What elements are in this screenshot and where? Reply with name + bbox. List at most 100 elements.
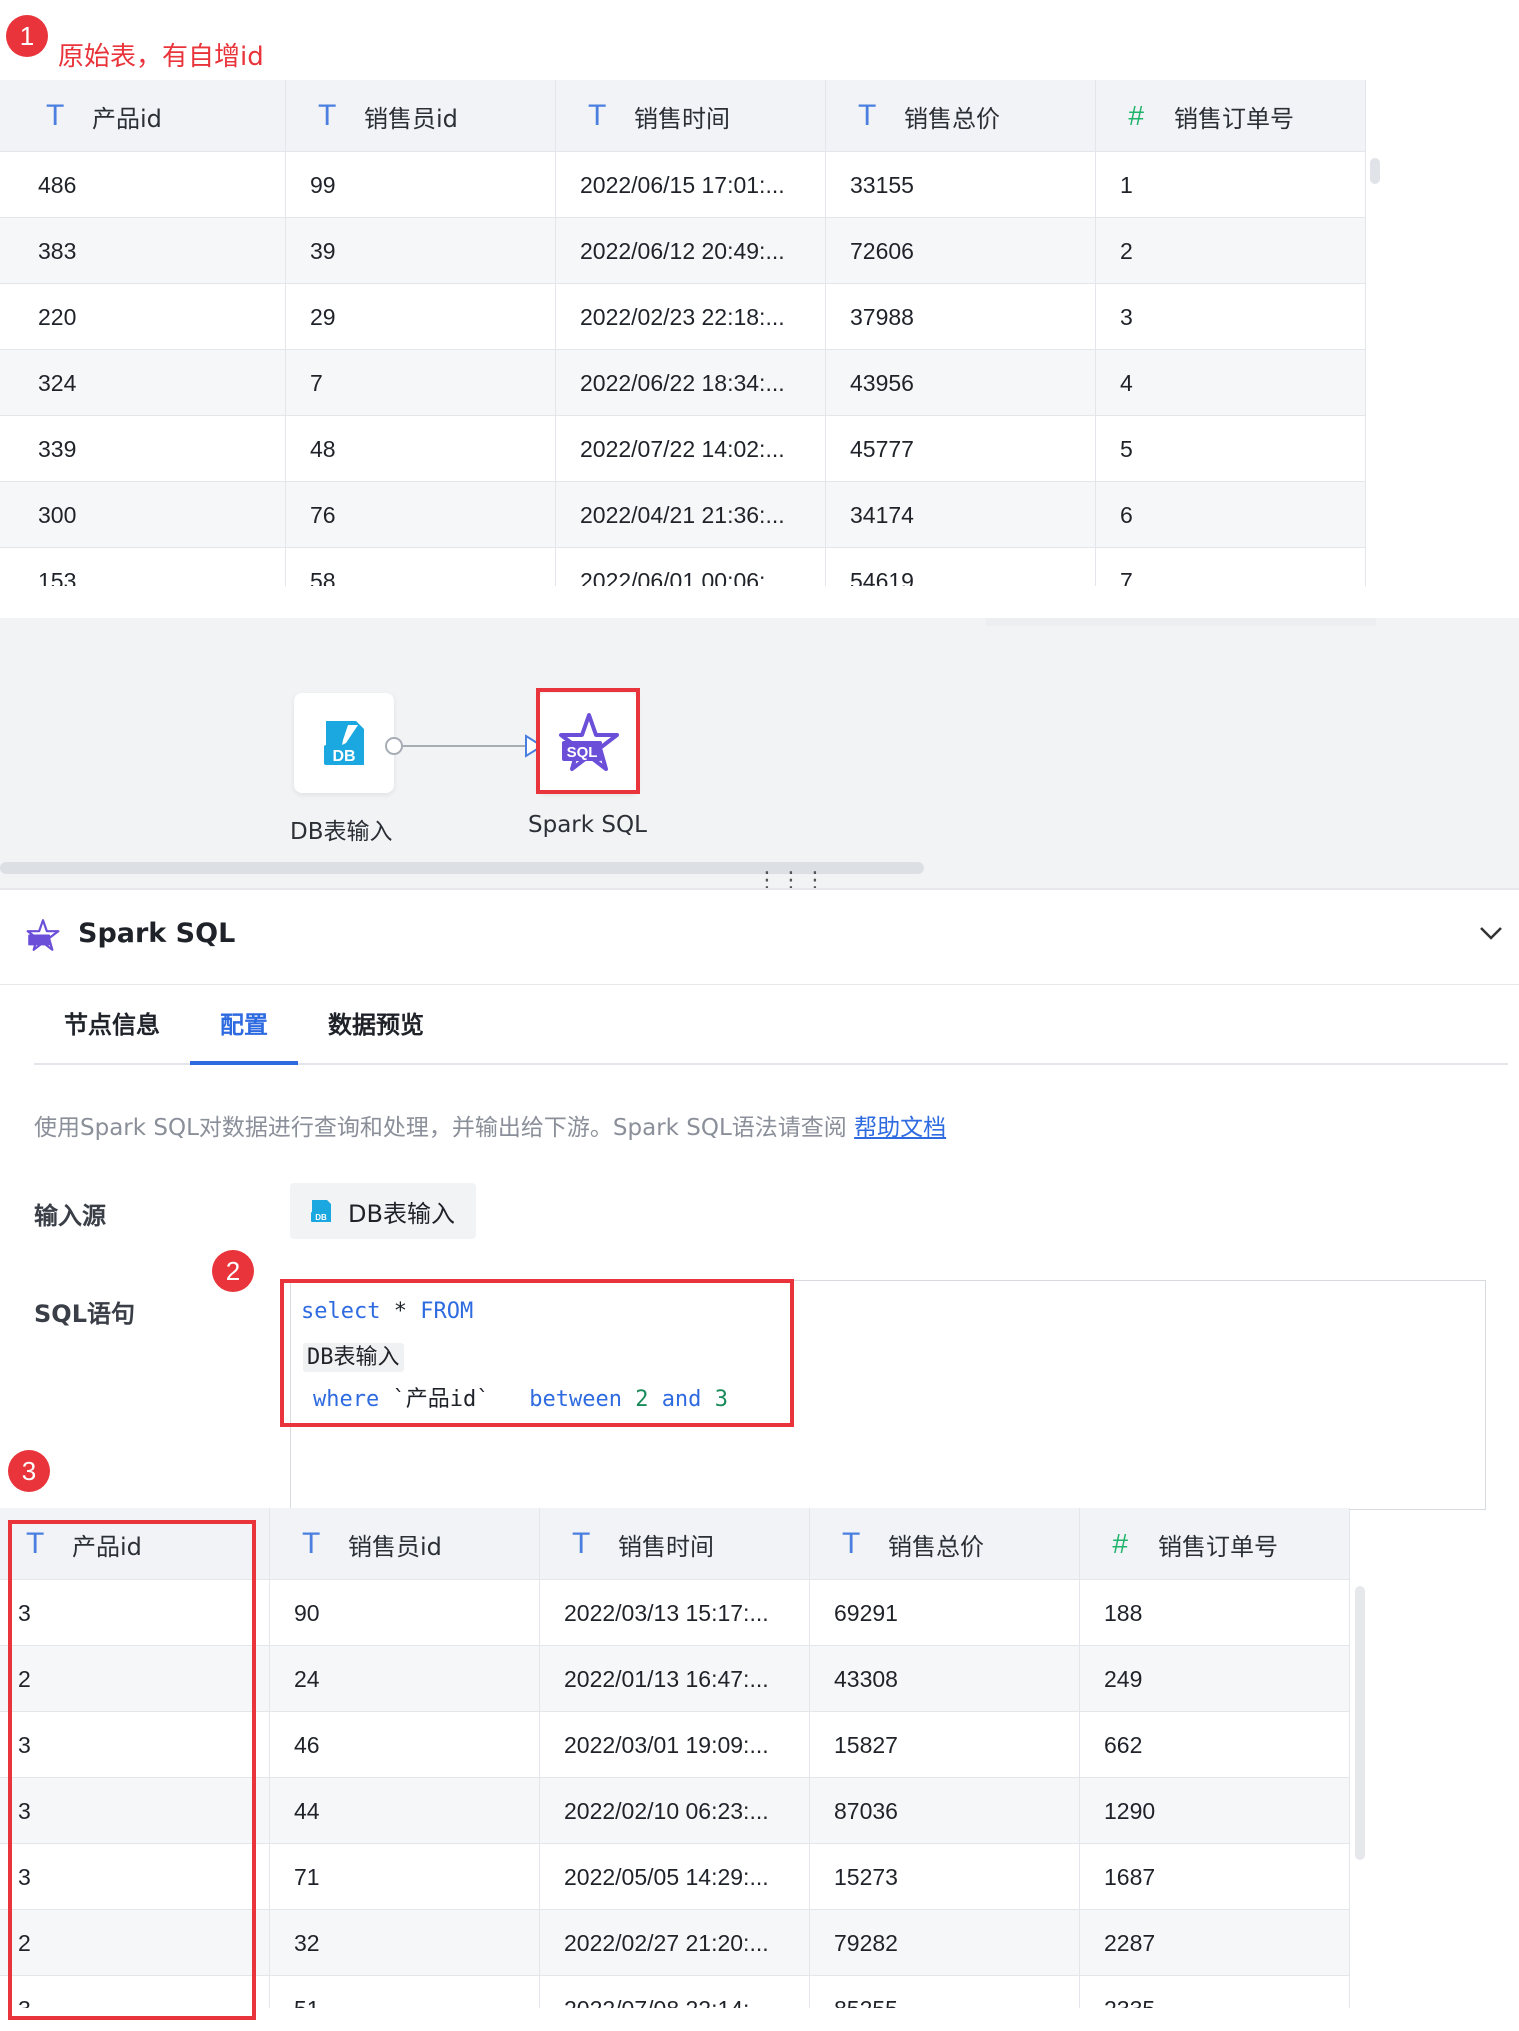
column-header[interactable]: T 销售总价	[810, 1508, 1080, 1580]
sql-label: SQL语句	[34, 1300, 135, 1328]
number-type-icon: #	[1128, 100, 1144, 131]
number-type-icon: #	[1112, 1528, 1128, 1559]
table-cell: 300	[14, 482, 286, 548]
table-row[interactable]: 300 76 2022/04/21 21:36:... 34174 6	[0, 482, 1366, 548]
table-cell: 71	[270, 1844, 540, 1910]
help-doc-link[interactable]: 帮助文档	[854, 1115, 946, 1141]
table-cell: 45777	[826, 416, 1096, 482]
table-cell: 3	[1096, 284, 1366, 350]
table-row[interactable]: 220 29 2022/02/23 22:18:... 37988 3	[0, 284, 1366, 350]
table-cell: 2022/02/23 22:18:...	[556, 284, 826, 350]
node-db-input-label: DB表输入	[290, 819, 393, 845]
active-tab-indicator	[190, 1061, 298, 1065]
table-cell: 2335	[1080, 1976, 1350, 2008]
table-cell: 33155	[826, 152, 1096, 218]
column-header-label: 销售订单号	[1158, 1532, 1278, 1561]
table-cell: 2022/02/10 06:23:...	[540, 1778, 810, 1844]
step-badge-2: 2	[212, 1250, 254, 1292]
table-cell: 15273	[810, 1844, 1080, 1910]
node-db-input[interactable]: DB	[294, 693, 394, 793]
db-small-icon: DB	[308, 1197, 334, 1225]
table-row[interactable]: 486 99 2022/06/15 17:01:... 33155 1	[0, 152, 1366, 218]
column-header-label: 销售总价	[888, 1532, 984, 1561]
table-cell: 43956	[826, 350, 1096, 416]
table-row[interactable]: 339 48 2022/07/22 14:02:... 45777 5	[0, 416, 1366, 482]
column-header[interactable]: T 销售时间	[540, 1508, 810, 1580]
table-cell: 85255	[810, 1976, 1080, 2008]
table-row[interactable]: 153 58 2022/06/01 00:06:... 54619 7	[0, 548, 1366, 586]
column-header-label: 销售总价	[904, 104, 1000, 133]
column-header[interactable]: # 销售订单号	[1080, 1508, 1350, 1580]
panel-resize-handle[interactable]: ⋮⋮⋮	[756, 870, 826, 898]
table-cell: 2022/07/08 22:14:...	[540, 1976, 810, 2008]
table-cell: 39	[286, 218, 556, 284]
table-row[interactable]: 383 39 2022/06/12 20:49:... 72606 2	[0, 218, 1366, 284]
input-source-value: DB表输入	[348, 1199, 455, 1228]
table-cell: 2022/06/01 00:06:...	[556, 548, 826, 586]
tab-data-preview[interactable]: 数据预览	[328, 1005, 424, 1040]
table-cell: 1687	[1080, 1844, 1350, 1910]
table-cell: 69291	[810, 1580, 1080, 1646]
table-cell: 44	[270, 1778, 540, 1844]
table-cell: 324	[14, 350, 286, 416]
column-header-label: 销售员id	[364, 104, 458, 133]
step-badge-1: 1	[6, 15, 48, 57]
table-cell: 1290	[1080, 1778, 1350, 1844]
column-header[interactable]: T 销售员id	[286, 80, 556, 152]
table-cell: 7	[286, 350, 556, 416]
table-cell: 58	[286, 548, 556, 586]
column-header-label: 产品id	[92, 104, 162, 133]
table-cell: 486	[14, 152, 286, 218]
table-cell: 2022/06/22 18:34:...	[556, 350, 826, 416]
table-cell: 188	[1080, 1580, 1350, 1646]
column-header[interactable]: T 销售员id	[270, 1508, 540, 1580]
table-cell: 15827	[810, 1712, 1080, 1778]
canvas-controls[interactable]	[986, 618, 1376, 626]
table-cell: 220	[14, 284, 286, 350]
column-header[interactable]: # 销售订单号	[1096, 80, 1366, 152]
table-cell: 34174	[826, 482, 1096, 548]
table-cell: 2022/01/13 16:47:...	[540, 1646, 810, 1712]
svg-text:DB: DB	[315, 1213, 327, 1222]
column-header-label: 销售时间	[634, 104, 730, 133]
column-header-label: 销售员id	[348, 1532, 442, 1561]
table-cell: 662	[1080, 1712, 1350, 1778]
table-cell: 43308	[810, 1646, 1080, 1712]
text-type-icon: T	[46, 99, 65, 132]
table-cell: 2022/02/27 21:20:...	[540, 1910, 810, 1976]
column-header[interactable]: T 销售时间	[556, 80, 826, 152]
table-cell: 7	[1096, 548, 1366, 586]
tab-node-info[interactable]: 节点信息	[64, 1005, 160, 1040]
table-cell: 24	[270, 1646, 540, 1712]
table-cell: 339	[14, 416, 286, 482]
spark-sql-panel-icon	[26, 918, 60, 956]
text-type-icon: T	[302, 1527, 321, 1560]
table-cell: 2022/03/13 15:17:...	[540, 1580, 810, 1646]
flow-canvas[interactable]: DB DB表输入 SQL Spark SQL	[0, 618, 1519, 888]
table-cell: 249	[1080, 1646, 1350, 1712]
result-table-scrollbar[interactable]	[1355, 1586, 1365, 1860]
panel-divider	[0, 888, 1519, 890]
original-table-scrollbar[interactable]	[1370, 158, 1380, 184]
table-row[interactable]: 324 7 2022/06/22 18:34:... 43956 4	[0, 350, 1366, 416]
table-cell: 79282	[810, 1910, 1080, 1976]
column-header[interactable]: T 产品id	[14, 80, 286, 152]
highlight-spark-sql-node	[536, 688, 640, 794]
highlight-product-id-column	[8, 1520, 256, 2020]
table-cell: 2022/06/15 17:01:...	[556, 152, 826, 218]
column-header-label: 销售订单号	[1174, 104, 1294, 133]
table-cell: 2022/07/22 14:02:...	[556, 416, 826, 482]
table-cell: 2022/03/01 19:09:...	[540, 1712, 810, 1778]
text-type-icon: T	[318, 99, 337, 132]
table-cell: 46	[270, 1712, 540, 1778]
collapse-chevron-icon[interactable]	[1478, 924, 1504, 946]
table-cell: 5	[1096, 416, 1366, 482]
table-cell: 2022/06/12 20:49:...	[556, 218, 826, 284]
column-header[interactable]: T 销售总价	[826, 80, 1096, 152]
db-input-icon: DB	[318, 717, 370, 773]
table-cell: 29	[286, 284, 556, 350]
input-source-chip[interactable]: DB DB表输入	[290, 1183, 476, 1239]
table-cell: 87036	[810, 1778, 1080, 1844]
tab-config[interactable]: 配置	[220, 1005, 268, 1040]
table-cell: 1	[1096, 152, 1366, 218]
